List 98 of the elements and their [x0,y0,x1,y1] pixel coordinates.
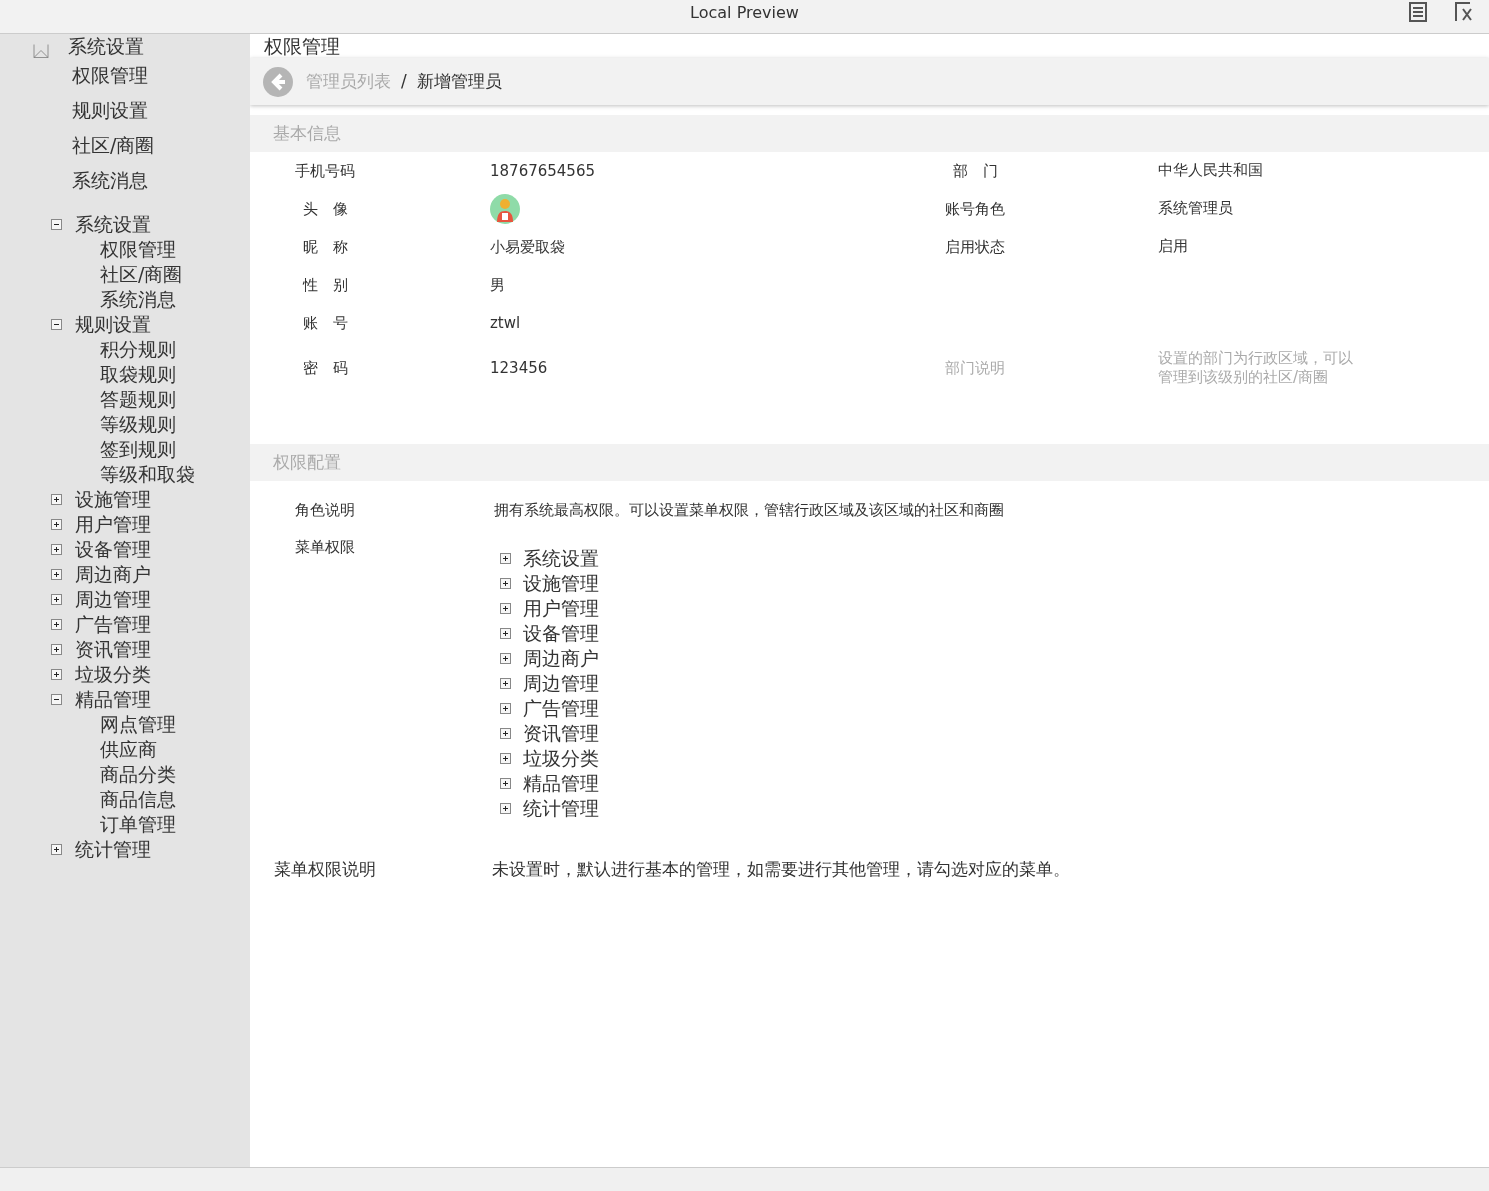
expand-icon[interactable] [51,569,62,580]
field-label: 角色说明 [295,500,355,521]
tree-item[interactable]: 设备管理 [75,537,151,562]
tree-item[interactable]: 答题规则 [0,387,250,412]
tree-item[interactable]: 设施管理 [523,571,599,596]
field-value: 18767654565 [490,160,595,182]
field-label: 菜单权限 [295,537,355,558]
window-title: Local Preview [690,2,799,24]
field-label: 手机号码 [295,160,355,182]
tree-item[interactable]: 垃圾分类 [75,662,151,687]
field-label: 启用状态 [945,236,1005,258]
field-label: 菜单权限说明 [274,858,376,881]
field-value: 男 [490,274,505,296]
tree-item[interactable]: 积分规则 [0,337,250,362]
field-label: 密 码 [302,357,348,379]
field-value: 设置的部门为行政区域，可以管理到该级别的社区/商圈 [1158,348,1353,388]
tree-item[interactable]: 垃圾分类 [523,746,599,771]
expand-icon[interactable] [51,519,62,530]
tree-item[interactable]: 签到规则 [0,437,250,462]
field-value: 小易爱取袋 [490,236,565,258]
tree-item[interactable]: 精品管理 [75,687,151,712]
field-label: 性 别 [302,274,348,296]
menu-item[interactable]: 系统消息 [0,163,250,198]
tree-item[interactable]: 资讯管理 [523,721,599,746]
tree-item[interactable]: 系统消息 [0,287,250,312]
tree-item[interactable]: 权限管理 [0,237,250,262]
tree-item[interactable]: 周边管理 [523,671,599,696]
tree-item[interactable]: 用户管理 [75,512,151,537]
list-icon[interactable] [1409,2,1427,22]
expand-icon[interactable] [500,653,511,664]
tree-item[interactable]: 规则设置 [75,312,151,337]
tree-item[interactable]: 网点管理 [0,712,250,737]
tree-item[interactable]: 取袋规则 [0,362,250,387]
expand-icon[interactable] [51,594,62,605]
field-value: 系统管理员 [1158,199,1234,219]
expand-icon[interactable] [51,544,62,555]
expand-icon[interactable] [500,578,511,589]
menu-item[interactable]: 权限管理 [0,58,250,93]
field-value: 未设置时，默认进行基本的管理，如需要进行其他管理，请勾选对应的菜单。 [492,859,1070,879]
expand-icon[interactable] [500,728,511,739]
collapse-icon[interactable] [51,319,62,330]
tree-item[interactable]: 系统设置 [523,546,599,571]
section-title: 权限配置 [250,444,1489,481]
expand-icon[interactable] [500,778,511,789]
expand-icon[interactable] [500,703,511,714]
expand-icon[interactable] [500,553,511,564]
field-label: 部门说明 [945,357,1005,379]
collapse-icon[interactable] [51,219,62,230]
tree-item[interactable]: 供应商 [0,737,250,762]
field-label: 昵 称 [302,236,348,258]
expand-icon[interactable] [51,669,62,680]
field-value: 123456 [490,357,548,379]
tree-item[interactable]: 广告管理 [523,696,599,721]
formula-icon[interactable] [1455,2,1475,22]
menu-item[interactable]: 社区/商圈 [0,128,250,163]
menu-item[interactable]: 系统设置 [68,34,144,58]
expand-icon[interactable] [500,678,511,689]
breadcrumb-separator: / [401,69,407,93]
tree-item[interactable]: 统计管理 [523,796,599,821]
tree-item[interactable]: 社区/商圈 [0,262,250,287]
tree-item[interactable]: 设备管理 [523,621,599,646]
tree-item[interactable]: 商品分类 [0,762,250,787]
tree-item[interactable]: 订单管理 [0,812,250,837]
section-title: 基本信息 [250,115,1489,152]
field-label: 部 门 [952,160,998,182]
expand-icon[interactable] [500,803,511,814]
field-label: 账号角色 [945,198,1005,220]
tree-item[interactable]: 广告管理 [75,612,151,637]
tree-item[interactable]: 用户管理 [523,596,599,621]
avatar-icon [490,194,520,224]
tree-item[interactable]: 资讯管理 [75,637,151,662]
tree-item[interactable]: 周边管理 [75,587,151,612]
collapse-icon[interactable] [51,694,62,705]
field-label: 头 像 [302,198,348,220]
tree-item[interactable]: 等级和取袋 [0,462,250,487]
field-value: 中华人民共和国 [1158,161,1264,181]
expand-icon[interactable] [500,603,511,614]
field-value: 启用 [1158,237,1189,257]
page-heading: 权限管理 [263,34,341,58]
tree-item[interactable]: 系统设置 [75,212,151,237]
expand-icon[interactable] [500,753,511,764]
field-value: ztwl [490,312,521,334]
tree-item[interactable]: 统计管理 [75,837,151,862]
field-value: 拥有系统最高权限。可以设置菜单权限，管辖行政区域及该区域的社区和商圈 [494,501,1004,519]
field-label: 账 号 [302,312,348,334]
expand-icon[interactable] [51,619,62,630]
breadcrumb-item: 新增管理员 [416,69,502,93]
menu-item[interactable]: 规则设置 [0,93,250,128]
expand-icon[interactable] [500,628,511,639]
tree-item[interactable]: 精品管理 [523,771,599,796]
expand-icon[interactable] [51,844,62,855]
expand-icon[interactable] [51,644,62,655]
tree-item[interactable]: 等级规则 [0,412,250,437]
tree-item[interactable]: 商品信息 [0,787,250,812]
tree-item[interactable]: 设施管理 [75,487,151,512]
expand-icon[interactable] [51,494,62,505]
tree-item[interactable]: 周边商户 [75,562,151,587]
tree-item[interactable]: 周边商户 [523,646,599,671]
